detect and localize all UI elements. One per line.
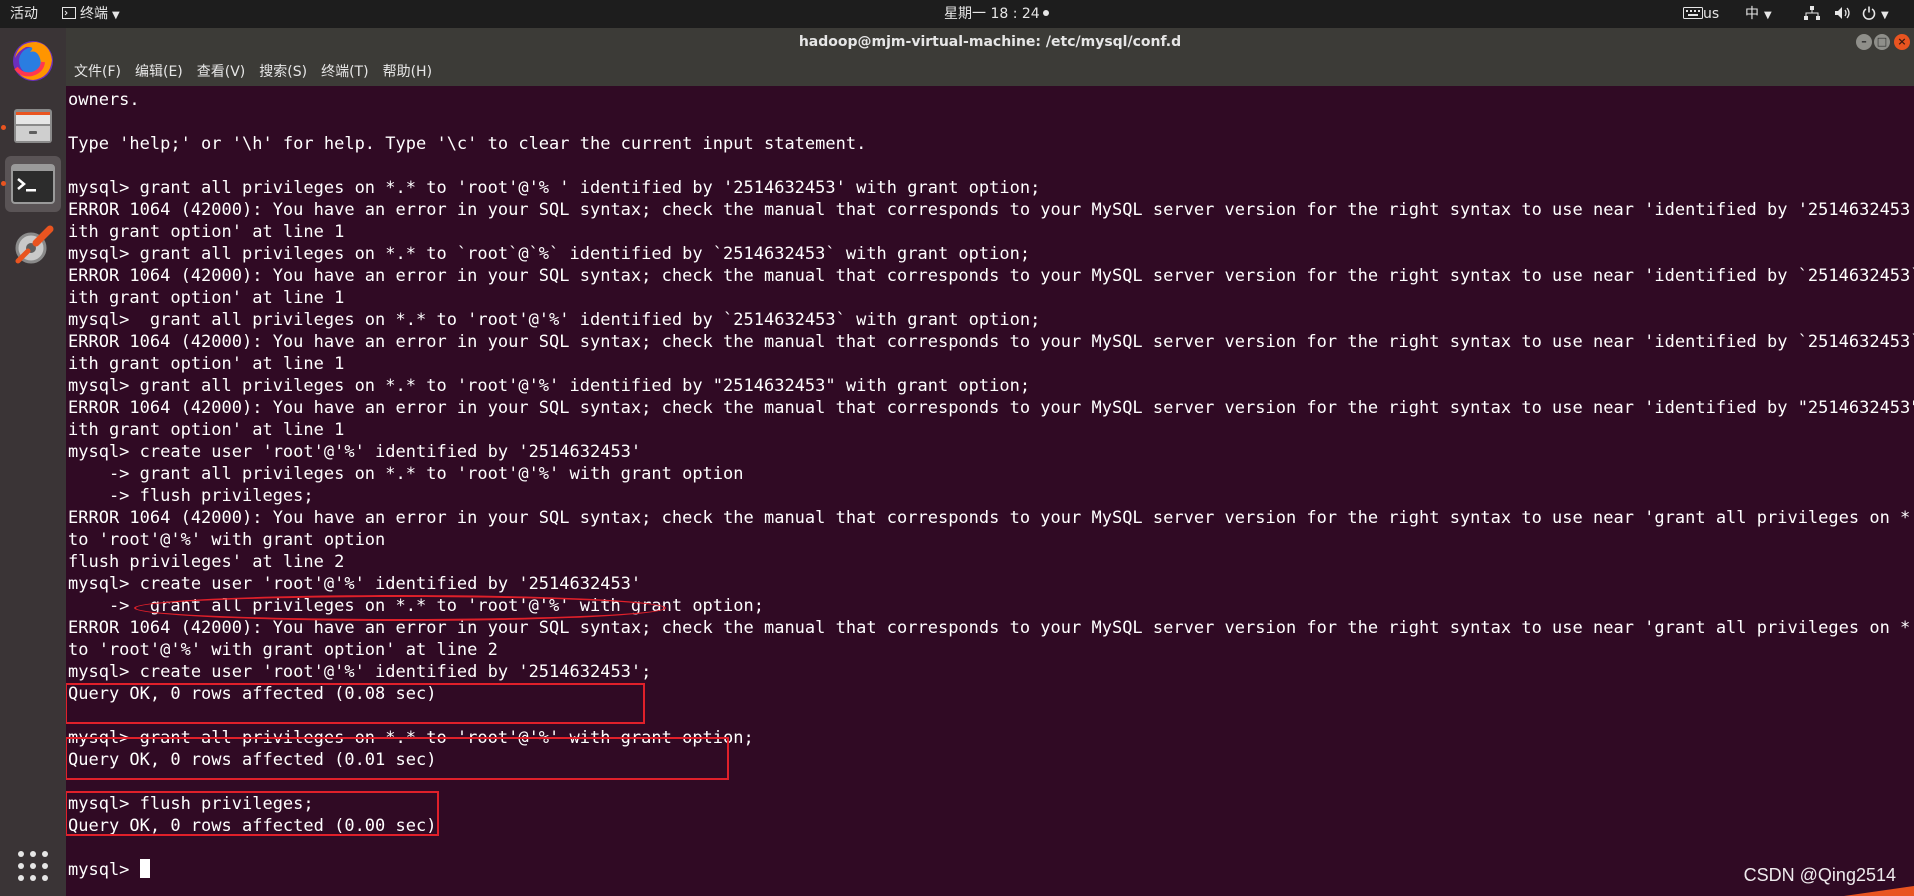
software-updater-icon — [15, 225, 54, 264]
terminal-line: ith grant option' at line 1 — [68, 420, 345, 440]
activities-button[interactable]: 活动 — [10, 0, 38, 28]
menu-help[interactable]: 帮助(H) — [377, 56, 438, 86]
terminal-line: mysql> create user 'root'@'%' identified… — [68, 442, 642, 462]
terminal-line: to 'root'@'%' with grant option — [68, 530, 386, 550]
network-icon — [1804, 6, 1820, 20]
power-icon — [1862, 6, 1876, 20]
annotation-box — [66, 791, 439, 836]
terminal-line: mysql> grant all privileges on *.* to 'r… — [68, 310, 1041, 330]
volume-indicator[interactable] — [1834, 0, 1852, 28]
terminal-line: flush privileges' at line 2 — [68, 552, 345, 572]
corner-arrow-icon — [1844, 886, 1914, 896]
terminal-line: ERROR 1064 (42000): You have an error in… — [68, 332, 1914, 352]
dock-files[interactable] — [5, 98, 61, 154]
chevron-down-icon: ▼ — [112, 10, 120, 21]
terminal-line: mysql> grant all privileges on *.* to `r… — [68, 244, 1031, 264]
dock-terminal[interactable] — [5, 156, 61, 212]
maximize-button[interactable]: □ — [1874, 34, 1890, 50]
terminal-line: mysql> grant all privileges on *.* to 'r… — [68, 376, 1031, 396]
top-bar: 活动 终端 ▼ 星期一 18 : 24 us 中 ▼ ▼ — [0, 0, 1914, 28]
annotation-box — [66, 683, 645, 724]
menu-search[interactable]: 搜索(S) — [253, 56, 313, 86]
terminal-small-icon — [62, 7, 76, 19]
close-icon: × — [1897, 35, 1907, 48]
terminal-line: -> flush privileges; — [68, 486, 314, 506]
menu-edit[interactable]: 编辑(E) — [129, 56, 189, 86]
terminal-line: Type 'help;' or '\h' for help. Type '\c'… — [68, 134, 867, 154]
terminal-line: ith grant option' at line 1 — [68, 288, 345, 308]
volume-icon — [1835, 7, 1850, 19]
chevron-down-icon: ▼ — [1764, 10, 1772, 21]
terminal-running-indicator — [1, 181, 6, 186]
firefox-icon — [13, 41, 53, 81]
terminal-icon — [11, 164, 55, 204]
close-button[interactable]: × — [1894, 34, 1910, 50]
chevron-down-icon: ▼ — [1881, 10, 1889, 21]
network-indicator[interactable] — [1804, 0, 1820, 28]
dock-software-updater[interactable] — [5, 218, 61, 274]
terminal-line: owners. — [68, 90, 140, 110]
terminal-line: ith grant option' at line 1 — [68, 222, 345, 242]
show-applications-icon — [18, 851, 48, 881]
terminal-output[interactable]: owners. Type 'help;' or '\h' for help. T… — [66, 86, 1914, 896]
files-icon — [14, 109, 52, 143]
minimize-icon: – — [1861, 35, 1867, 48]
window-titlebar[interactable]: hadoop@mjm-virtual-machine: /etc/mysql/c… — [66, 28, 1914, 56]
terminal-line: mysql> grant all privileges on *.* to 'r… — [68, 178, 1041, 198]
terminal-line: to 'root'@'%' with grant option' at line… — [68, 640, 498, 660]
notification-dot-icon — [1042, 10, 1049, 16]
dock — [0, 28, 66, 896]
terminal-line: ERROR 1064 (42000): You have an error in… — [68, 508, 1914, 528]
clock[interactable]: 星期一 18 : 24 — [944, 0, 1049, 28]
terminal-line: mysql> create user 'root'@'%' identified… — [68, 662, 652, 682]
terminal-window: hadoop@mjm-virtual-machine: /etc/mysql/c… — [66, 28, 1914, 896]
keyboard-icon — [1683, 7, 1703, 19]
annotation-ellipse — [134, 595, 666, 621]
power-menu[interactable]: ▼ — [1862, 0, 1889, 28]
terminal-line: ERROR 1064 (42000): You have an error in… — [68, 398, 1914, 418]
terminal-line: ERROR 1064 (42000): You have an error in… — [68, 200, 1914, 220]
menu-bar: 文件(F) 编辑(E) 查看(V) 搜索(S) 终端(T) 帮助(H) — [66, 56, 1914, 86]
menu-terminal[interactable]: 终端(T) — [315, 56, 374, 86]
prompt-text: mysql> — [68, 860, 140, 880]
dock-show-applications[interactable] — [5, 838, 61, 894]
terminal-line: mysql> create user 'root'@'%' identified… — [68, 574, 642, 594]
menu-file[interactable]: 文件(F) — [68, 56, 127, 86]
minimize-button[interactable]: – — [1856, 34, 1872, 50]
input-method-indicator[interactable]: 中 ▼ — [1745, 0, 1772, 28]
maximize-icon: □ — [1876, 35, 1888, 48]
terminal-line: -> grant all privileges on *.* to 'root'… — [68, 464, 744, 484]
keyboard-layout-indicator[interactable]: us — [1683, 0, 1719, 28]
text-cursor — [139, 859, 150, 878]
terminal-line: ith grant option' at line 1 — [68, 354, 345, 374]
window-title: hadoop@mjm-virtual-machine: /etc/mysql/c… — [798, 34, 1182, 50]
files-running-indicator — [1, 125, 6, 130]
annotation-box — [66, 737, 729, 780]
terminal-line: ERROR 1064 (42000): You have an error in… — [68, 266, 1914, 286]
menu-view[interactable]: 查看(V) — [191, 56, 252, 86]
prompt-line: mysql> — [68, 859, 150, 881]
app-menu-button[interactable]: 终端 ▼ — [62, 0, 120, 28]
dock-firefox[interactable] — [5, 33, 61, 89]
